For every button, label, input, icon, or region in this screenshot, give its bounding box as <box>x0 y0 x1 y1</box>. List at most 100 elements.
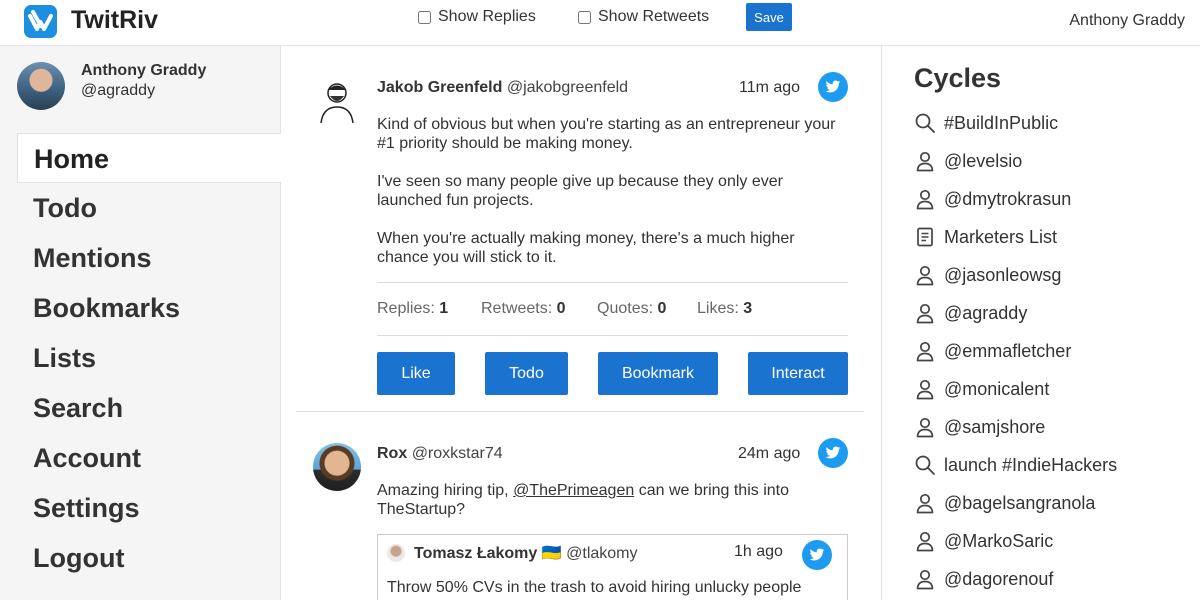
stat-quotes-value: 0 <box>657 300 667 317</box>
cycle-item[interactable]: @jasonleowsg <box>914 256 1117 294</box>
stat-likes: Likes: 3 <box>697 300 752 318</box>
cycle-item[interactable]: @levelsio <box>914 142 1117 180</box>
tweet-stats: Replies: 1 Retweets: 0 Quotes: 0 Likes: … <box>377 300 848 320</box>
show-retweets-checkbox[interactable] <box>578 10 591 24</box>
tweet-time[interactable]: 24m ago <box>738 445 800 463</box>
tweet-text: Kind of obvious but when you're starting… <box>377 115 847 286</box>
top-bar: TwitRiv Show Replies Show Retweets Save … <box>0 0 1200 46</box>
quoted-author-handle: @tlakomy <box>566 545 638 562</box>
cycle-item-label: @jasonleowsg <box>944 264 1062 285</box>
sidebar-item-home[interactable]: Home <box>17 133 281 183</box>
divider <box>377 282 848 283</box>
stat-quotes-label: Quotes: <box>597 300 654 317</box>
cycle-item[interactable]: #BuildInPublic <box>914 104 1117 142</box>
tweet-text-before: Amazing hiring tip, <box>377 482 514 499</box>
cycle-item-label: @emmafletcher <box>944 340 1072 361</box>
user-icon <box>914 340 936 362</box>
sidebar-nav: Home Todo Mentions Bookmarks Lists Searc… <box>17 133 281 583</box>
list-icon <box>914 226 936 248</box>
sidebar: Anthony Graddy @agraddy Home Todo Mentio… <box>0 46 281 600</box>
cycle-item-label: @monicalent <box>944 378 1050 399</box>
mention-link[interactable]: @ThePrimeagen <box>513 482 634 499</box>
stat-quotes: Quotes: 0 <box>597 300 666 318</box>
cycle-item[interactable]: @dagorenouf <box>914 560 1117 598</box>
sidebar-item-mentions[interactable]: Mentions <box>17 233 281 283</box>
cycle-item[interactable]: @MarkoSaric <box>914 522 1117 560</box>
cycle-item-label: launch #IndieHackers <box>944 454 1118 475</box>
twitter-bird-icon[interactable] <box>818 72 848 102</box>
save-button[interactable]: Save <box>746 3 792 31</box>
search-icon <box>914 454 936 476</box>
sidebar-item-bookmarks[interactable]: Bookmarks <box>17 283 281 333</box>
sidebar-item-search[interactable]: Search <box>17 383 281 433</box>
quoted-text: Throw 50% CVs in the trash to avoid hiri… <box>387 579 802 596</box>
quoted-tweet[interactable]: Tomasz Łakomy 🇺🇦 @tlakomy 1h ago Throw 5… <box>377 534 848 600</box>
cycle-item-label: @samjshore <box>944 416 1046 437</box>
tweet-time[interactable]: 11m ago <box>739 79 800 97</box>
quoted-author-name: Tomasz Łakomy 🇺🇦 <box>414 545 562 562</box>
app-title[interactable]: TwitRiv <box>71 6 158 35</box>
bookmark-button[interactable]: Bookmark <box>598 352 718 395</box>
user-icon <box>914 568 936 590</box>
app-logo-icon[interactable] <box>24 5 57 38</box>
show-replies-option[interactable]: Show Replies <box>418 8 536 26</box>
cycle-list: #BuildInPublic @levelsio @dmytrokrasun Mark… <box>914 104 1117 598</box>
stat-retweets: Retweets: 0 <box>481 300 566 318</box>
search-icon <box>914 112 936 134</box>
user-icon <box>914 188 936 210</box>
tweet-card: Jakob Greenfeld @jakobgreenfeld 11m ago … <box>296 46 864 412</box>
quoted-time[interactable]: 1h ago <box>734 543 783 561</box>
quoted-author: Tomasz Łakomy 🇺🇦 @tlakomy <box>414 543 638 563</box>
cycle-item-label: @agraddy <box>944 302 1028 323</box>
cycle-item[interactable]: @monicalent <box>914 370 1117 408</box>
interact-button[interactable]: Interact <box>748 352 848 395</box>
show-replies-label: Show Replies <box>438 8 536 25</box>
avatar <box>17 62 65 110</box>
stat-replies-label: Replies: <box>377 300 435 317</box>
author-handle: @roxkstar74 <box>411 445 503 462</box>
cycles-title: Cycles <box>914 63 1002 93</box>
cycle-item[interactable]: launch #IndieHackers <box>914 446 1117 484</box>
stat-replies-value: 1 <box>439 300 449 317</box>
cycle-item[interactable]: @emmafletcher <box>914 332 1117 370</box>
stat-likes-label: Likes: <box>697 300 739 317</box>
user-icon <box>914 302 936 324</box>
user-icon <box>914 378 936 400</box>
cycle-item[interactable]: @samjshore <box>914 408 1117 446</box>
sidebar-item-account[interactable]: Account <box>17 433 281 483</box>
sidebar-item-logout[interactable]: Logout <box>17 533 281 583</box>
sidebar-item-todo[interactable]: Todo <box>17 183 281 233</box>
cycle-item[interactable]: Marketers List <box>914 218 1117 256</box>
stat-likes-value: 3 <box>743 300 753 317</box>
show-replies-checkbox[interactable] <box>418 10 431 24</box>
cycle-item-label: @bagelsangranola <box>944 492 1096 513</box>
cycle-item[interactable]: @bagelsangranola <box>914 484 1117 522</box>
avatar <box>387 544 405 562</box>
tweet-author[interactable]: Jakob Greenfeld @jakobgreenfeld <box>377 79 628 97</box>
tweet-card: Rox @roxkstar74 24m ago Amazing hiring t… <box>296 412 864 600</box>
tweet-paragraph: When you're actually making money, there… <box>377 230 795 266</box>
like-button[interactable]: Like <box>377 352 455 395</box>
author-name: Jakob Greenfeld <box>377 79 503 96</box>
user-icon <box>914 150 936 172</box>
tweet-author[interactable]: Rox @roxkstar74 <box>377 445 503 463</box>
tweet-feed: Jakob Greenfeld @jakobgreenfeld 11m ago … <box>281 46 881 600</box>
twitter-bird-icon[interactable] <box>818 438 848 468</box>
sidebar-item-settings[interactable]: Settings <box>17 483 281 533</box>
show-retweets-option[interactable]: Show Retweets <box>578 8 709 26</box>
tweet-paragraph: Kind of obvious but when you're starting… <box>377 116 836 152</box>
tweet-text: Amazing hiring tip, @ThePrimeagen can we… <box>377 481 847 519</box>
twitter-bird-icon[interactable] <box>802 540 832 570</box>
user-icon <box>914 530 936 552</box>
cycle-item-label: #BuildInPublic <box>944 112 1059 133</box>
stat-replies: Replies: 1 <box>377 300 448 318</box>
todo-button[interactable]: Todo <box>485 352 568 395</box>
user-icon <box>914 492 936 514</box>
avatar <box>313 77 361 125</box>
cycle-item[interactable]: @dmytrokrasun <box>914 180 1117 218</box>
divider <box>377 335 848 336</box>
cycle-item[interactable]: @agraddy <box>914 294 1117 332</box>
author-name: Rox <box>377 445 408 462</box>
sidebar-item-lists[interactable]: Lists <box>17 333 281 383</box>
current-user-name[interactable]: Anthony Graddy <box>1069 12 1185 30</box>
